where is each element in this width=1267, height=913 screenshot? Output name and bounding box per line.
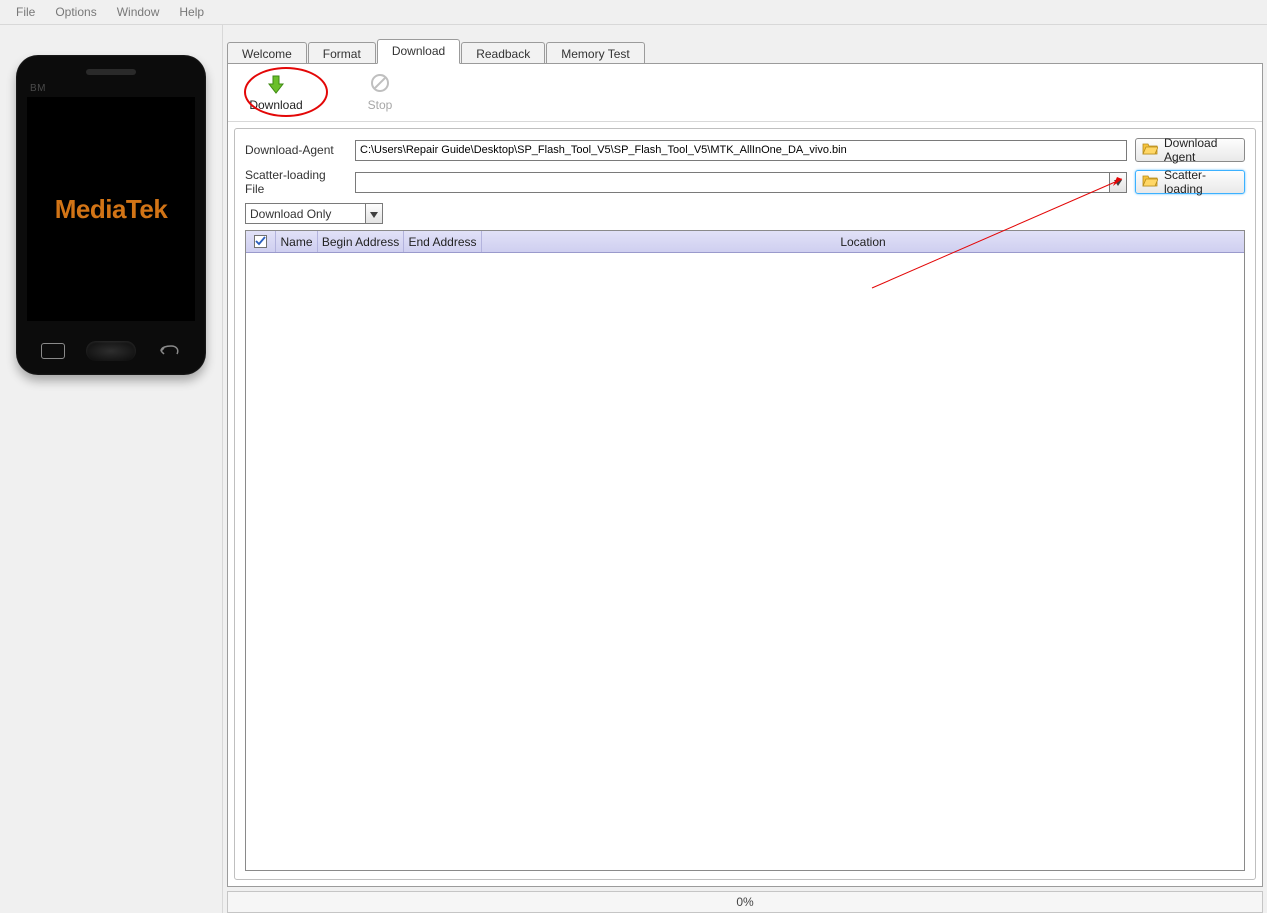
partition-table: Name Begin Address End Address Location [245, 230, 1245, 871]
table-header-checkbox[interactable] [246, 231, 276, 252]
download-button[interactable]: Download [244, 74, 308, 112]
form-area: Download-Agent Download Agent Scatte [234, 128, 1256, 880]
table-header-end-address[interactable]: End Address [404, 231, 482, 252]
stop-icon [370, 73, 390, 96]
phone-menu-button [41, 343, 65, 359]
table-header: Name Begin Address End Address Location [246, 231, 1244, 253]
scatter-combo-dropdown-button[interactable] [1109, 173, 1126, 192]
stop-button[interactable]: Stop [348, 73, 412, 112]
tab-welcome[interactable]: Welcome [227, 42, 307, 64]
table-header-name[interactable]: Name [276, 231, 318, 252]
download-agent-browse-label: Download Agent [1164, 136, 1238, 164]
download-mode-select[interactable]: Download Only [245, 203, 383, 224]
tabs: Welcome Format Download Readback Memory … [223, 37, 1267, 63]
status-progress-text: 0% [736, 895, 753, 909]
tab-page-download: Download Stop Download-Agent [227, 63, 1263, 887]
download-agent-browse-button[interactable]: Download Agent [1135, 138, 1245, 162]
phone-screen: MediaTek [27, 97, 195, 321]
download-agent-label: Download-Agent [245, 143, 347, 157]
right-pane: Welcome Format Download Readback Memory … [222, 25, 1267, 913]
download-mode-dropdown-button[interactable] [365, 204, 382, 223]
table-body [246, 253, 1244, 870]
chevron-down-icon [1114, 175, 1122, 189]
toolbar: Download Stop [228, 64, 1262, 122]
menu-options[interactable]: Options [45, 2, 106, 22]
download-mode-selected: Download Only [250, 207, 331, 221]
stop-button-label: Stop [368, 98, 393, 112]
menubar: File Options Window Help [0, 0, 1267, 25]
download-button-label: Download [249, 98, 302, 112]
table-header-location[interactable]: Location [482, 231, 1244, 252]
tab-download[interactable]: Download [377, 39, 460, 64]
scatter-loading-browse-label: Scatter-loading [1164, 168, 1238, 196]
folder-icon [1142, 174, 1158, 190]
menu-help[interactable]: Help [169, 2, 214, 22]
scatter-file-combo[interactable] [355, 172, 1127, 193]
chevron-down-icon [370, 207, 378, 221]
phone-bm-label: BM [30, 83, 46, 94]
scatter-file-label: Scatter-loading File [245, 168, 347, 196]
select-all-checkbox[interactable] [254, 235, 267, 248]
left-pane: BM MediaTek [0, 25, 222, 913]
phone-speaker [86, 69, 136, 75]
phone-brand-text: MediaTek [55, 194, 168, 225]
folder-icon [1142, 142, 1158, 158]
tab-format[interactable]: Format [308, 42, 376, 64]
phone-home-button [86, 341, 136, 361]
status-bar: 0% [227, 891, 1263, 913]
menu-window[interactable]: Window [107, 2, 170, 22]
phone-illustration: BM MediaTek [16, 55, 206, 375]
tab-memory-test[interactable]: Memory Test [546, 42, 644, 64]
download-agent-input[interactable] [355, 140, 1127, 161]
table-header-begin-address[interactable]: Begin Address [318, 231, 404, 252]
phone-back-button [157, 343, 181, 359]
download-arrow-icon [265, 74, 287, 96]
scatter-loading-browse-button[interactable]: Scatter-loading [1135, 170, 1245, 194]
menu-file[interactable]: File [6, 2, 45, 22]
tab-readback[interactable]: Readback [461, 42, 545, 64]
